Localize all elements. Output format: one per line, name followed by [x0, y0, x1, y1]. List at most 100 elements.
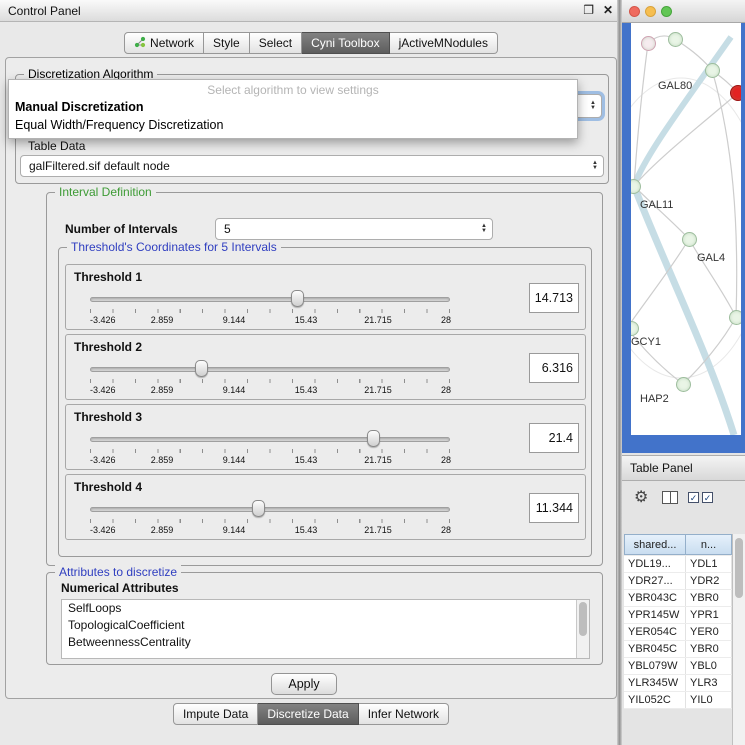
select-none-checkbox-icon[interactable]: ✓ — [702, 492, 713, 503]
table-row[interactable]: YBL079WYBL0 — [624, 658, 732, 675]
tab-cyni-toolbox[interactable]: Cyni Toolbox — [302, 32, 389, 54]
network-node[interactable] — [676, 377, 691, 392]
table-row[interactable]: YDL19...YDL1 — [624, 556, 732, 573]
column-header-shared-name[interactable]: shared... — [624, 534, 686, 555]
slider-track[interactable] — [90, 297, 450, 302]
threshold-4-value-field[interactable]: 11.344 — [529, 493, 579, 523]
cell[interactable]: YPR145W — [624, 607, 686, 623]
table-data-combobox[interactable]: galFiltered.sif default node ▲▼ — [20, 155, 604, 177]
slider-thumb[interactable] — [252, 500, 265, 517]
dropdown-option-equal-width[interactable]: Equal Width/Frequency Discretization — [9, 116, 577, 134]
attributes-list[interactable]: SelfLoops TopologicalCoefficient Between… — [61, 599, 590, 659]
cell[interactable]: YIL052C — [624, 692, 686, 708]
numerical-attributes-label: Numerical Attributes — [61, 581, 179, 595]
minimize-window-button[interactable] — [645, 6, 656, 17]
close-window-button[interactable] — [629, 6, 640, 17]
tab-impute-data[interactable]: Impute Data — [173, 703, 258, 725]
cell[interactable]: YER0 — [686, 624, 732, 640]
tab-style[interactable]: Style — [204, 32, 250, 54]
slider-track[interactable] — [90, 367, 450, 372]
cell[interactable]: YDR2 — [686, 573, 732, 589]
threshold-1-value-field[interactable]: 14.713 — [529, 283, 579, 313]
combo-value: galFiltered.sif default node — [29, 159, 170, 173]
threshold-1-slider[interactable]: -3.426 2.859 9.144 15.43 21.715 28 — [90, 289, 450, 327]
network-node[interactable] — [668, 32, 683, 47]
tab-discretize-data[interactable]: Discretize Data — [258, 703, 358, 725]
tab-network[interactable]: Network — [124, 32, 204, 54]
attributes-group: Attributes to discretize Numerical Attri… — [46, 572, 603, 665]
cell[interactable]: YLR3 — [686, 675, 732, 691]
apply-button[interactable]: Apply — [271, 673, 337, 695]
column-header-name[interactable]: n... — [686, 534, 732, 555]
network-node[interactable] — [729, 310, 741, 325]
slider-track[interactable] — [90, 437, 450, 442]
table-row[interactable]: YER054CYER0 — [624, 624, 732, 641]
scrollbar-thumb[interactable] — [735, 538, 743, 598]
threshold-3-slider[interactable]: -3.426 2.859 9.144 15.43 21.715 28 — [90, 429, 450, 467]
list-item[interactable]: TopologicalCoefficient — [62, 617, 589, 634]
cell[interactable]: YDR27... — [624, 573, 686, 589]
threshold-3-value-field[interactable]: 21.4 — [529, 423, 579, 453]
select-all-checkbox-icon[interactable]: ✓ — [688, 492, 699, 503]
scrollbar-thumb[interactable] — [579, 602, 587, 636]
threshold-4-slider[interactable]: -3.426 2.859 9.144 15.43 21.715 28 — [90, 499, 450, 537]
tab-select[interactable]: Select — [250, 32, 302, 54]
tab-jactivemnodules[interactable]: jActiveMNodules — [390, 32, 498, 54]
cell[interactable]: YER054C — [624, 624, 686, 640]
scale-label: 15.43 — [295, 385, 318, 395]
dropdown-option-manual[interactable]: Manual Discretization — [9, 98, 577, 116]
table-row[interactable]: YPR145WYPR1 — [624, 607, 732, 624]
threshold-2-slider[interactable]: -3.426 2.859 9.144 15.43 21.715 28 — [90, 359, 450, 397]
combo-arrows-icon: ▲▼ — [592, 161, 598, 171]
table-row[interactable]: YDR27...YDR2 — [624, 573, 732, 590]
list-item[interactable]: BetweennessCentrality — [62, 634, 589, 651]
bottom-tab-bar: Impute Data Discretize Data Infer Networ… — [0, 703, 622, 725]
tab-label: Style — [213, 36, 240, 50]
cell[interactable]: YIL0 — [686, 692, 732, 708]
table-panel-title: Table Panel — [630, 461, 693, 475]
cell[interactable]: YBR045C — [624, 641, 686, 657]
network-node[interactable] — [641, 36, 656, 51]
tab-infer-network[interactable]: Infer Network — [359, 703, 449, 725]
cell[interactable]: YDL1 — [686, 556, 732, 572]
network-node[interactable] — [682, 232, 697, 247]
slider-track[interactable] — [90, 507, 450, 512]
cell[interactable]: YBL079W — [624, 658, 686, 674]
slider-thumb[interactable] — [291, 290, 304, 307]
cell[interactable]: YBR0 — [686, 590, 732, 606]
cell[interactable]: YDL19... — [624, 556, 686, 572]
network-node-selected[interactable] — [730, 85, 741, 101]
gear-icon[interactable]: ⚙ — [634, 487, 648, 507]
table-row[interactable]: YLR345WYLR3 — [624, 675, 732, 692]
cell[interactable]: YLR345W — [624, 675, 686, 691]
slider-thumb[interactable] — [367, 430, 380, 447]
table-row[interactable]: YBR043CYBR0 — [624, 590, 732, 607]
columns-icon[interactable] — [662, 491, 678, 504]
tab-label: jActiveMNodules — [399, 36, 488, 50]
list-scrollbar[interactable] — [576, 600, 589, 658]
cell[interactable]: YBR043C — [624, 590, 686, 606]
cell[interactable]: YBL0 — [686, 658, 732, 674]
table-scrollbar[interactable] — [732, 534, 745, 745]
node-table: shared... n... YDL19...YDL1 YDR27...YDR2… — [624, 534, 732, 709]
table-row[interactable]: YBR045CYBR0 — [624, 641, 732, 658]
zoom-window-button[interactable] — [661, 6, 672, 17]
float-panel-icon[interactable]: ❐ — [583, 3, 594, 17]
tab-label: Cyni Toolbox — [311, 36, 379, 50]
threshold-2-value-field[interactable]: 6.316 — [529, 353, 579, 383]
scale-label: 2.859 — [151, 455, 174, 465]
cell[interactable]: YBR0 — [686, 641, 732, 657]
network-canvas[interactable]: GAL80 GAL11 GAL4 GCY1 HAP2 — [631, 23, 741, 435]
table-row[interactable]: YIL052CYIL0 — [624, 692, 732, 709]
cell[interactable]: YPR1 — [686, 607, 732, 623]
scale-label: 15.43 — [295, 315, 318, 325]
close-panel-icon[interactable]: ✕ — [603, 3, 613, 17]
top-tab-bar: Network Style Select Cyni Toolbox jActiv… — [0, 32, 622, 54]
slider-thumb[interactable] — [195, 360, 208, 377]
network-node[interactable] — [705, 63, 720, 78]
scale-label: 28 — [441, 385, 451, 395]
scale-label: 9.144 — [223, 315, 246, 325]
number-of-intervals-combobox[interactable]: 5 ▲▼ — [215, 218, 493, 240]
list-item[interactable]: SelfLoops — [62, 600, 589, 617]
table-panel-titlebar: Table Panel — [622, 455, 745, 481]
